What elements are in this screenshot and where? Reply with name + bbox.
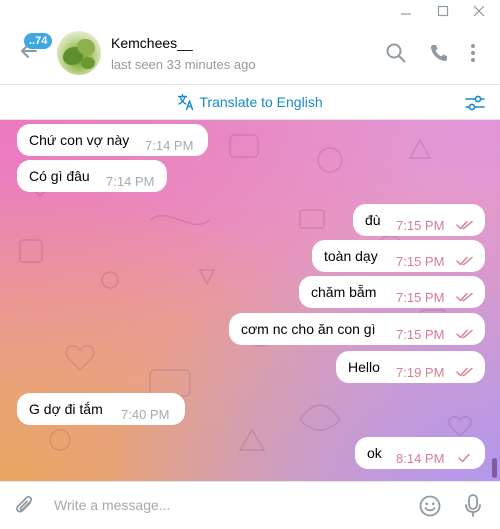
message-text: Có gì đâu xyxy=(29,168,90,184)
avatar[interactable] xyxy=(57,31,101,75)
message-time: 7:15 PM xyxy=(396,290,445,305)
message-text: G dợ đi tắm xyxy=(29,401,103,417)
double-check-icon xyxy=(456,327,474,339)
double-check-icon xyxy=(456,254,474,266)
message-text: chăm bẵm xyxy=(311,284,377,300)
message-time: 7:15 PM xyxy=(396,218,445,233)
message-time: 7:19 PM xyxy=(396,365,445,380)
double-check-icon xyxy=(456,218,474,230)
translate-button[interactable]: Translate to English xyxy=(0,93,500,114)
contact-name[interactable]: Kemchees__ xyxy=(111,35,193,51)
message-text: Hello xyxy=(348,359,380,375)
message-bubble-outgoing[interactable]: cơm nc cho ăn con gì 7:15 PM xyxy=(229,313,485,345)
message-time: 7:14 PM xyxy=(106,174,155,189)
message-time: 7:14 PM xyxy=(145,138,194,153)
message-text: toàn dạy xyxy=(324,248,378,264)
last-seen-status: last seen 33 minutes ago xyxy=(111,57,256,72)
maximize-icon[interactable] xyxy=(430,4,456,22)
paperclip-icon[interactable] xyxy=(14,494,36,518)
translate-label: Translate to English xyxy=(199,94,323,110)
message-bubble-incoming[interactable]: Có gì đâu 7:14 PM xyxy=(17,160,167,192)
message-input[interactable] xyxy=(54,494,354,516)
message-time: 7:15 PM xyxy=(396,254,445,269)
double-check-icon xyxy=(456,290,474,302)
search-icon[interactable] xyxy=(385,42,407,64)
phone-icon[interactable] xyxy=(428,42,450,64)
chat-history[interactable]: Chứ con vợ này 7:14 PM Có gì đâu 7:14 PM… xyxy=(0,120,500,481)
settings-sliders-icon[interactable] xyxy=(464,93,486,113)
message-bubble-outgoing[interactable]: ok 8:14 PM xyxy=(355,437,485,469)
message-bubble-incoming[interactable]: G dợ đi tắm 7:40 PM xyxy=(17,393,185,425)
message-bubble-outgoing[interactable]: đù 7:15 PM xyxy=(353,204,485,236)
minimize-icon[interactable] xyxy=(393,4,419,22)
message-text: đù xyxy=(365,212,381,228)
unread-badge: ..74 xyxy=(24,33,53,49)
message-composer xyxy=(0,481,500,529)
message-bubble-outgoing[interactable]: toàn dạy 7:15 PM xyxy=(312,240,485,272)
microphone-icon[interactable] xyxy=(464,493,482,519)
double-check-icon xyxy=(456,365,474,377)
message-time: 7:15 PM xyxy=(396,327,445,342)
message-text: Chứ con vợ này xyxy=(29,132,130,148)
message-bubble-incoming[interactable]: Chứ con vợ này 7:14 PM xyxy=(17,124,208,156)
message-time: 7:40 PM xyxy=(121,407,170,422)
single-check-icon xyxy=(456,451,474,463)
message-time: 8:14 PM xyxy=(396,451,445,466)
emoji-icon[interactable] xyxy=(418,494,442,518)
message-bubble-outgoing[interactable]: Hello 7:19 PM xyxy=(336,351,485,383)
window-controls xyxy=(0,0,500,26)
close-icon[interactable] xyxy=(466,4,492,22)
translate-bar: Translate to English xyxy=(0,84,500,120)
message-text: ok xyxy=(367,445,382,461)
scrollbar[interactable] xyxy=(492,458,497,478)
message-bubble-outgoing[interactable]: chăm bẵm 7:15 PM xyxy=(299,276,485,308)
message-text: cơm nc cho ăn con gì xyxy=(241,321,376,337)
chat-header: ..74 Kemchees__ last seen 33 minutes ago xyxy=(0,26,500,84)
more-vertical-icon[interactable] xyxy=(466,42,480,64)
translate-icon xyxy=(177,93,195,114)
